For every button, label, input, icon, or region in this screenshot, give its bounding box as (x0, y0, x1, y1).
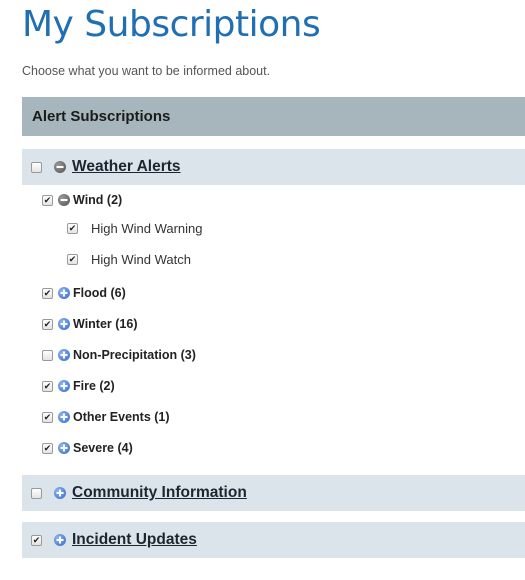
winter-checkbox[interactable] (42, 318, 53, 330)
non-precipitation-checkbox[interactable] (42, 349, 53, 361)
fire-toggle-icon[interactable] (58, 380, 70, 392)
alert-subscriptions-header: Alert Subscriptions (22, 97, 525, 136)
community-information-checkbox[interactable] (31, 487, 42, 499)
fire-checkbox[interactable] (42, 380, 53, 392)
winter-toggle-icon[interactable] (58, 318, 70, 330)
plus-circle-icon (60, 320, 68, 328)
item-fire: Fire (2) (42, 379, 115, 393)
item-flood: Flood (6) (42, 286, 126, 300)
item-winter: Winter (16) (42, 317, 137, 331)
community-information-label[interactable]: Community Information (72, 484, 247, 502)
other-events-checkbox[interactable] (42, 411, 53, 423)
wind-checkbox[interactable] (42, 194, 53, 206)
minus-circle-icon (56, 166, 64, 168)
minus-circle-icon (60, 199, 68, 201)
weather-alerts-label[interactable]: Weather Alerts (72, 158, 181, 176)
high-wind-watch-checkbox[interactable] (67, 254, 78, 265)
community-information-toggle-icon[interactable] (54, 487, 66, 499)
flood-label: Flood (6) (73, 286, 126, 300)
other-events-label: Other Events (1) (73, 410, 170, 424)
other-events-toggle-icon[interactable] (58, 411, 70, 423)
non-precipitation-toggle-icon[interactable] (58, 349, 70, 361)
plus-circle-icon (56, 536, 64, 544)
group-community-information: Community Information (22, 475, 525, 511)
group-incident-updates: Incident Updates (22, 522, 525, 558)
plus-circle-icon (60, 413, 68, 421)
severe-checkbox[interactable] (42, 442, 53, 454)
item-severe: Severe (4) (42, 441, 133, 455)
flood-toggle-icon[interactable] (58, 287, 70, 299)
winter-label: Winter (16) (73, 317, 138, 331)
plus-circle-icon (60, 351, 68, 359)
non-precipitation-label: Non-Precipitation (3) (73, 348, 196, 362)
high-wind-watch-label: High Wind Watch (91, 252, 191, 267)
wind-label: Wind (2) (73, 193, 123, 207)
fire-label: Fire (2) (73, 379, 115, 393)
plus-circle-icon (60, 289, 68, 297)
group-weather-alerts: Weather Alerts (22, 149, 525, 185)
weather-alerts-checkbox[interactable] (31, 161, 42, 173)
weather-alerts-toggle-icon[interactable] (54, 161, 66, 173)
item-high-wind-watch: High Wind Watch (67, 252, 191, 267)
section-header-label: Alert Subscriptions (32, 108, 171, 125)
item-other-events: Other Events (1) (42, 410, 170, 424)
high-wind-warning-label: High Wind Warning (91, 221, 203, 236)
plus-circle-icon (60, 444, 68, 452)
severe-label: Severe (4) (73, 441, 133, 455)
incident-updates-toggle-icon[interactable] (54, 534, 66, 546)
plus-circle-icon (60, 382, 68, 390)
severe-toggle-icon[interactable] (58, 442, 70, 454)
page-subtitle: Choose what you want to be informed abou… (22, 64, 271, 78)
item-non-precipitation: Non-Precipitation (3) (42, 348, 196, 362)
item-high-wind-warning: High Wind Warning (67, 221, 203, 236)
plus-circle-icon (56, 489, 64, 497)
flood-checkbox[interactable] (42, 287, 53, 299)
item-wind: Wind (2) (42, 193, 122, 207)
wind-toggle-icon[interactable] (58, 194, 70, 206)
incident-updates-checkbox[interactable] (31, 534, 42, 546)
page-title: My Subscriptions (22, 4, 321, 45)
incident-updates-label[interactable]: Incident Updates (72, 531, 197, 549)
high-wind-warning-checkbox[interactable] (67, 223, 78, 234)
